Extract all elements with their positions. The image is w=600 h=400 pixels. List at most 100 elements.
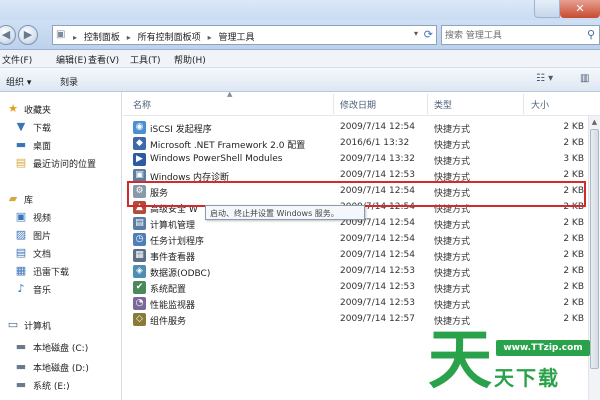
file-type: 快捷方式: [434, 269, 471, 279]
file-date: 2009/7/14 12:54: [340, 122, 415, 132]
address-dropdown-icon[interactable]: ▾: [414, 29, 418, 38]
file-size: 2 KB: [563, 138, 584, 148]
component-services-icon: ◇: [133, 313, 146, 326]
sort-ascending-icon: ▲: [227, 92, 233, 98]
iscsi-icon: ◉: [133, 121, 146, 134]
column-divider[interactable]: [523, 94, 524, 114]
file-row[interactable]: ▦ 事件查看器 2009/7/14 12:54 快捷方式 2 KB: [123, 248, 600, 264]
refresh-icon[interactable]: ⟳: [424, 28, 433, 41]
preview-pane-icon[interactable]: ▥: [580, 73, 589, 84]
nav-thunder-downloads[interactable]: ▦ 迅雷下载: [0, 262, 121, 280]
thunder-downloads-icon: ▦: [15, 264, 27, 277]
address-bar[interactable]: ▣ ▸ 控制面板 ▸ 所有控制面板项 ▸ 管理工具 ▾ ⟳: [52, 25, 437, 45]
column-header-type[interactable]: 类型: [434, 98, 452, 111]
file-name: iSCSI 发起程序: [150, 125, 212, 135]
libraries-icon: ▰: [8, 192, 18, 205]
forward-button[interactable]: ▶: [18, 25, 38, 45]
nav-videos[interactable]: ▣ 视频: [0, 208, 121, 226]
dotnet-icon: ◆: [133, 137, 146, 150]
file-size: 2 KB: [563, 298, 584, 308]
search-input[interactable]: [445, 28, 575, 43]
nav-music[interactable]: ♪ 音乐: [0, 280, 121, 298]
nav-downloads[interactable]: ▼ 下载: [0, 118, 121, 136]
breadcrumb-separator: ▸: [73, 33, 78, 42]
favorites-star-icon: ★: [8, 102, 18, 115]
close-button[interactable]: ✕: [560, 0, 600, 18]
nav-documents-label: 文档: [33, 250, 52, 260]
breadcrumb-separator: ▸: [126, 33, 131, 42]
file-row[interactable]: ◉ iSCSI 发起程序 2009/7/14 12:54 快捷方式 2 KB: [123, 120, 600, 136]
column-header-size[interactable]: 大小: [531, 98, 549, 111]
file-date: 2009/7/14 12:53: [340, 298, 415, 308]
breadcrumb-admin-tools[interactable]: 管理工具: [218, 30, 254, 43]
documents-icon: ▤: [15, 246, 27, 259]
task-scheduler-icon: ◷: [133, 233, 146, 246]
file-row[interactable]: ▶ Windows PowerShell Modules 2009/7/14 13:…: [123, 152, 600, 168]
event-viewer-icon: ▦: [133, 249, 146, 262]
menu-file[interactable]: 文件(F): [2, 53, 32, 66]
nav-drive-d[interactable]: ▬ 本地磁盘 (D:): [0, 358, 121, 376]
drive-d-icon: ▬: [15, 360, 27, 373]
nav-drive-e[interactable]: ▬ 系统 (E:): [0, 376, 121, 394]
breadcrumb-separator: ▸: [207, 33, 212, 42]
nav-drive-c[interactable]: ▬ 本地磁盘 (C:): [0, 338, 121, 356]
nav-drive-d-label: 本地磁盘 (D:): [33, 364, 89, 374]
file-size: 2 KB: [563, 314, 584, 324]
computer-icon: ▭: [7, 318, 19, 331]
minimize-button[interactable]: [534, 0, 560, 18]
file-date: 2009/7/14 12:53: [340, 266, 415, 276]
menu-help[interactable]: 帮助(H): [174, 53, 206, 66]
nav-libraries[interactable]: ▰ 库: [0, 190, 121, 208]
view-options-icon[interactable]: ☷ ▾: [536, 73, 553, 84]
nav-favorites[interactable]: ★ 收藏夹: [0, 100, 121, 118]
file-name: 组件服务: [150, 317, 187, 327]
nav-documents[interactable]: ▤ 文档: [0, 244, 121, 262]
breadcrumb: ▸ 控制面板 ▸ 所有控制面板项 ▸ 管理工具: [73, 30, 258, 43]
column-header-date[interactable]: 修改日期: [340, 98, 376, 111]
file-row[interactable]: ◷ 任务计划程序 2009/7/14 12:54 快捷方式 2 KB: [123, 232, 600, 248]
file-row[interactable]: ✔ 系统配置 2009/7/14 12:53 快捷方式 2 KB: [123, 280, 600, 296]
powershell-icon: ▶: [133, 153, 146, 166]
menu-edit[interactable]: 编辑(E): [56, 53, 87, 66]
file-row[interactable]: ◈ 数据源(ODBC) 2009/7/14 12:53 快捷方式 2 KB: [123, 264, 600, 280]
back-button[interactable]: ◀: [0, 25, 16, 45]
file-date: 2009/7/14 12:54: [340, 250, 415, 260]
search-box[interactable]: ⚲: [441, 25, 600, 45]
menu-tools[interactable]: 工具(T): [130, 53, 161, 66]
recent-places-icon: ▤: [15, 156, 27, 169]
column-header-name[interactable]: 名称: [133, 98, 151, 111]
menu-view[interactable]: 查看(V): [88, 53, 119, 66]
file-date: 2009/7/14 12:53: [340, 282, 415, 292]
file-type: 快捷方式: [434, 301, 471, 311]
file-type: 快捷方式: [434, 125, 471, 135]
nav-desktop[interactable]: ▬ 桌面: [0, 136, 121, 154]
breadcrumb-all-items[interactable]: 所有控制面板项: [138, 30, 201, 43]
nav-pictures[interactable]: ▨ 图片: [0, 226, 121, 244]
address-toolbar: ◀ ▶ ▣ ▸ 控制面板 ▸ 所有控制面板项 ▸ 管理工具 ▾ ⟳ ⚲: [0, 20, 600, 50]
nav-music-label: 音乐: [33, 286, 52, 296]
highlight-box: [127, 181, 586, 207]
burn-button[interactable]: 刻录: [60, 75, 78, 88]
performance-monitor-icon: ◔: [133, 297, 146, 310]
file-row[interactable]: ◔ 性能监视器 2009/7/14 12:53 快捷方式 2 KB: [123, 296, 600, 312]
nav-favorites-label: 收藏夹: [24, 106, 52, 116]
file-date: 2009/7/14 12:53: [340, 170, 415, 180]
breadcrumb-control-panel[interactable]: 控制面板: [84, 30, 120, 43]
file-row[interactable]: ◆ Microsoft .NET Framework 2.0 配置 2016/6/1…: [123, 136, 600, 152]
column-divider[interactable]: [427, 94, 428, 114]
file-size: 2 KB: [563, 170, 584, 180]
videos-icon: ▣: [15, 210, 27, 223]
ttzip-watermark: 天 www.TTzip.com 天下载: [428, 326, 600, 400]
nav-drive-c-label: 本地磁盘 (C:): [33, 344, 89, 354]
search-icon[interactable]: ⚲: [587, 28, 595, 41]
nav-computer[interactable]: ▭ 计算机: [0, 316, 121, 334]
organize-button[interactable]: 组织 ▾: [6, 75, 31, 88]
scroll-up-icon[interactable]: ▲: [589, 116, 600, 128]
column-divider[interactable]: [333, 94, 334, 114]
file-type: 快捷方式: [434, 285, 471, 295]
file-type: 快捷方式: [434, 253, 471, 263]
nav-recent-places[interactable]: ▤ 最近访问的位置: [0, 154, 121, 172]
file-type: 快捷方式: [434, 157, 471, 167]
file-name: Windows PowerShell Modules: [150, 154, 283, 164]
back-arrow-icon: ◀: [1, 28, 11, 41]
